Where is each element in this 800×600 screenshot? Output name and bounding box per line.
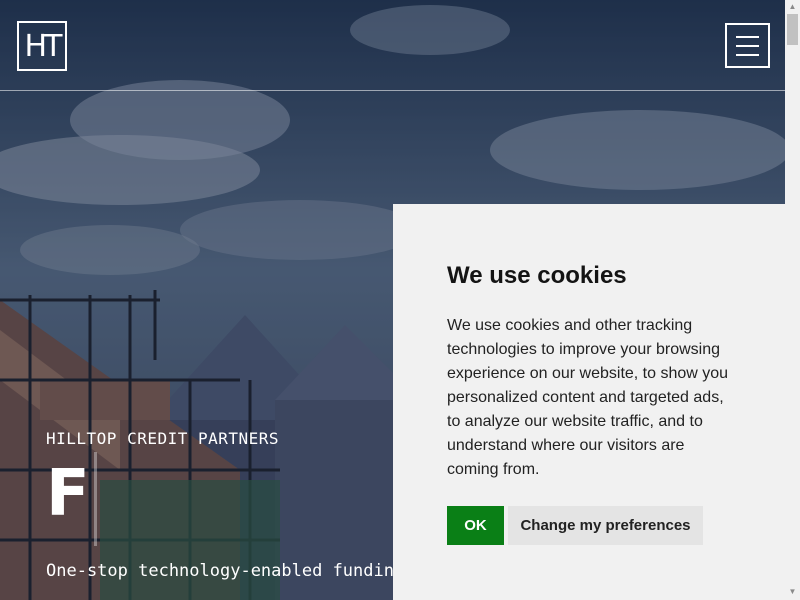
scroll-up-arrow-icon[interactable]: ▲ (787, 2, 798, 12)
cookie-description: We use cookies and other tracking techno… (447, 317, 729, 478)
scrollbar-thumb[interactable] (787, 14, 798, 45)
cookie-actions: OK Change my preferences (447, 506, 745, 545)
scrollbar-track[interactable] (785, 0, 800, 600)
scroll-down-arrow-icon[interactable]: ▼ (787, 587, 798, 597)
hero-headline: F (46, 457, 90, 531)
typing-cursor (94, 452, 97, 546)
ok-button[interactable]: OK (447, 506, 504, 545)
hero-tagline: One-stop technology-enabled funding (46, 561, 405, 581)
cookie-title: We use cookies (447, 262, 627, 289)
header-divider (0, 90, 785, 91)
brand-name: HILLTOP CREDIT PARTNERS (46, 429, 280, 448)
cookie-consent-panel: We use cookies We use cookies and other … (393, 204, 785, 600)
hamburger-icon-line (736, 53, 759, 56)
change-preferences-button[interactable]: Change my preferences (508, 506, 703, 545)
menu-button[interactable] (725, 23, 770, 68)
hamburger-icon (736, 35, 759, 38)
site-logo[interactable]: HT (17, 21, 67, 71)
hamburger-icon-line (736, 44, 759, 47)
